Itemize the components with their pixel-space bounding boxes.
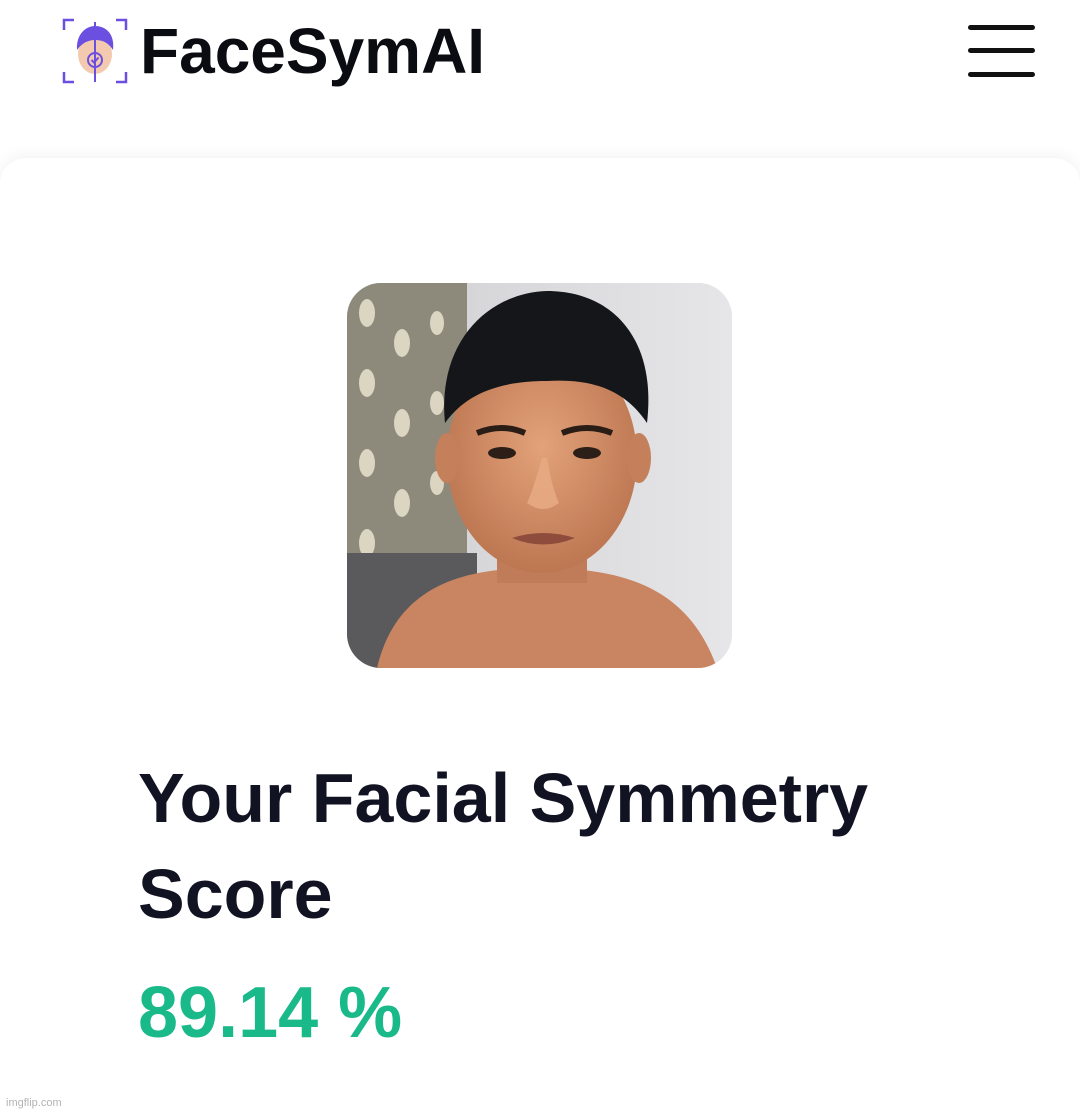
- brand-name: FaceSymAI: [140, 15, 486, 87]
- watermark: imgflip.com: [6, 1097, 62, 1109]
- symmetry-score-value: 89.14 %: [138, 973, 403, 1053]
- brand[interactable]: FaceSymAI: [60, 16, 485, 86]
- face-photo: [347, 283, 732, 668]
- hamburger-menu-icon-bar: [968, 72, 1035, 77]
- hamburger-menu-button[interactable]: [968, 22, 1036, 80]
- face-scan-logo-icon: [62, 18, 128, 84]
- app-header: FaceSymAI: [0, 0, 1080, 160]
- hamburger-menu-icon: [968, 25, 1035, 30]
- score-title: Your Facial Symmetry Score: [138, 759, 869, 933]
- face-photo-image: [347, 283, 732, 668]
- result-card: Your Facial Symmetry Score 89.14 %: [0, 158, 1080, 1112]
- hamburger-menu-icon-bar: [968, 48, 1035, 53]
